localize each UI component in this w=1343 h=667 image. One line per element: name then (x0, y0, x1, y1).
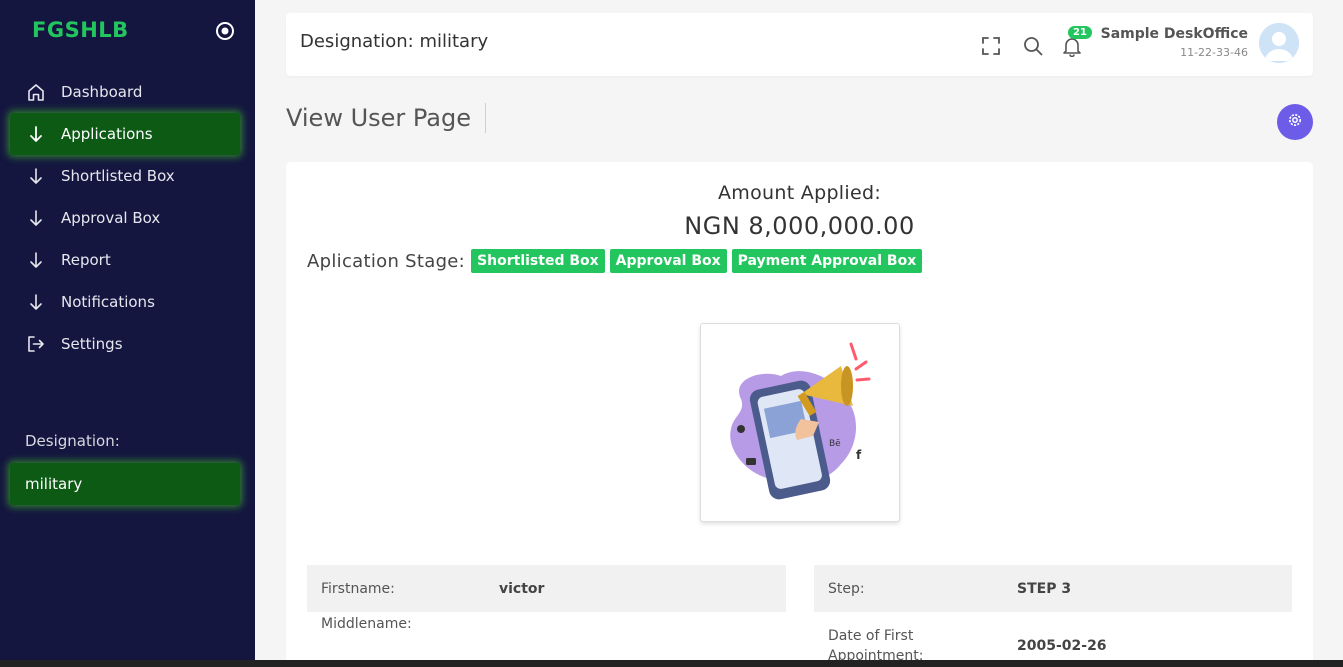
sidebar: FGSHLB Dashboard Applications Shortliste… (0, 0, 255, 667)
user-name[interactable]: Sample DeskOffice (1101, 26, 1248, 42)
avatar[interactable] (1259, 23, 1299, 63)
step-label: Step: (828, 580, 865, 597)
brand-logo[interactable]: FGSHLB (32, 18, 129, 42)
taskbar-strip (0, 660, 1343, 667)
designation-value[interactable]: military (10, 463, 240, 505)
middlename-row: Middlename: (307, 612, 786, 659)
top-bar: Designation: military 21 Sample DeskOffi… (286, 13, 1313, 76)
sidebar-item-label: Settings (61, 335, 123, 353)
step-row: Step: STEP 3 (814, 565, 1292, 612)
application-stage-row: Aplication Stage: Shortlisted Box Approv… (307, 249, 927, 273)
sidebar-item-label: Shortlisted Box (61, 167, 175, 185)
svg-text:f: f (856, 448, 862, 462)
user-id: 11-22-33-46 (1180, 46, 1248, 59)
sidebar-item-settings[interactable]: Settings (10, 323, 240, 365)
step-value: STEP 3 (1017, 580, 1072, 597)
stage-label: Aplication Stage: (307, 250, 466, 272)
sidebar-item-label: Notifications (61, 293, 155, 311)
arrow-down-icon (25, 165, 47, 187)
designation-label: Designation: (25, 432, 120, 450)
sidebar-item-label: Applications (61, 125, 153, 143)
sidebar-item-dashboard[interactable]: Dashboard (10, 71, 240, 113)
sidebar-toggle-icon[interactable] (215, 21, 235, 41)
arrow-down-icon (25, 123, 47, 145)
stage-badge-shortlisted: Shortlisted Box (471, 249, 605, 273)
arrow-down-icon (25, 207, 47, 229)
sidebar-item-notifications[interactable]: Notifications (10, 281, 240, 323)
topbar-title: Designation: military (300, 31, 489, 52)
sidebar-item-label: Approval Box (61, 209, 161, 227)
stage-badge-payment-approval: Payment Approval Box (731, 249, 923, 273)
arrow-down-icon (25, 291, 47, 313)
sidebar-item-label: Report (61, 251, 111, 269)
fullscreen-icon[interactable] (980, 35, 1002, 57)
sidebar-item-label: Dashboard (61, 83, 143, 101)
svg-text:Bē: Bē (829, 439, 841, 449)
application-card: Amount Applied: NGN 8,000,000.00 Aplicat… (286, 162, 1313, 667)
settings-fab-button[interactable] (1277, 104, 1313, 140)
logout-icon (25, 333, 47, 355)
notification-count-badge: 21 (1068, 26, 1092, 39)
home-icon (25, 81, 47, 103)
middlename-label: Middlename: (321, 615, 412, 632)
firstname-value: victor (499, 580, 545, 597)
arrow-down-icon (25, 249, 47, 271)
page-title: View User Page (286, 103, 487, 133)
search-icon[interactable] (1022, 35, 1044, 57)
gear-icon (1287, 112, 1303, 132)
amount-label: Amount Applied: (717, 182, 882, 204)
amount-value: NGN 8,000,000.00 (684, 212, 915, 240)
firstname-row: Firstname: victor (307, 565, 786, 612)
sidebar-item-shortlisted-box[interactable]: Shortlisted Box (10, 155, 240, 197)
first-appointment-value: 2005-02-26 (1017, 638, 1107, 654)
sidebar-item-approval-box[interactable]: Approval Box (10, 197, 240, 239)
sidebar-item-applications[interactable]: Applications (10, 113, 240, 155)
first-appointment-row: Date of First Appointment: 2005-02-26 (814, 612, 1292, 664)
firstname-label: Firstname: (321, 580, 395, 597)
applicant-photo: Bē f (700, 323, 900, 522)
stage-badge-approval: Approval Box (609, 249, 727, 273)
sidebar-item-report[interactable]: Report (10, 239, 240, 281)
